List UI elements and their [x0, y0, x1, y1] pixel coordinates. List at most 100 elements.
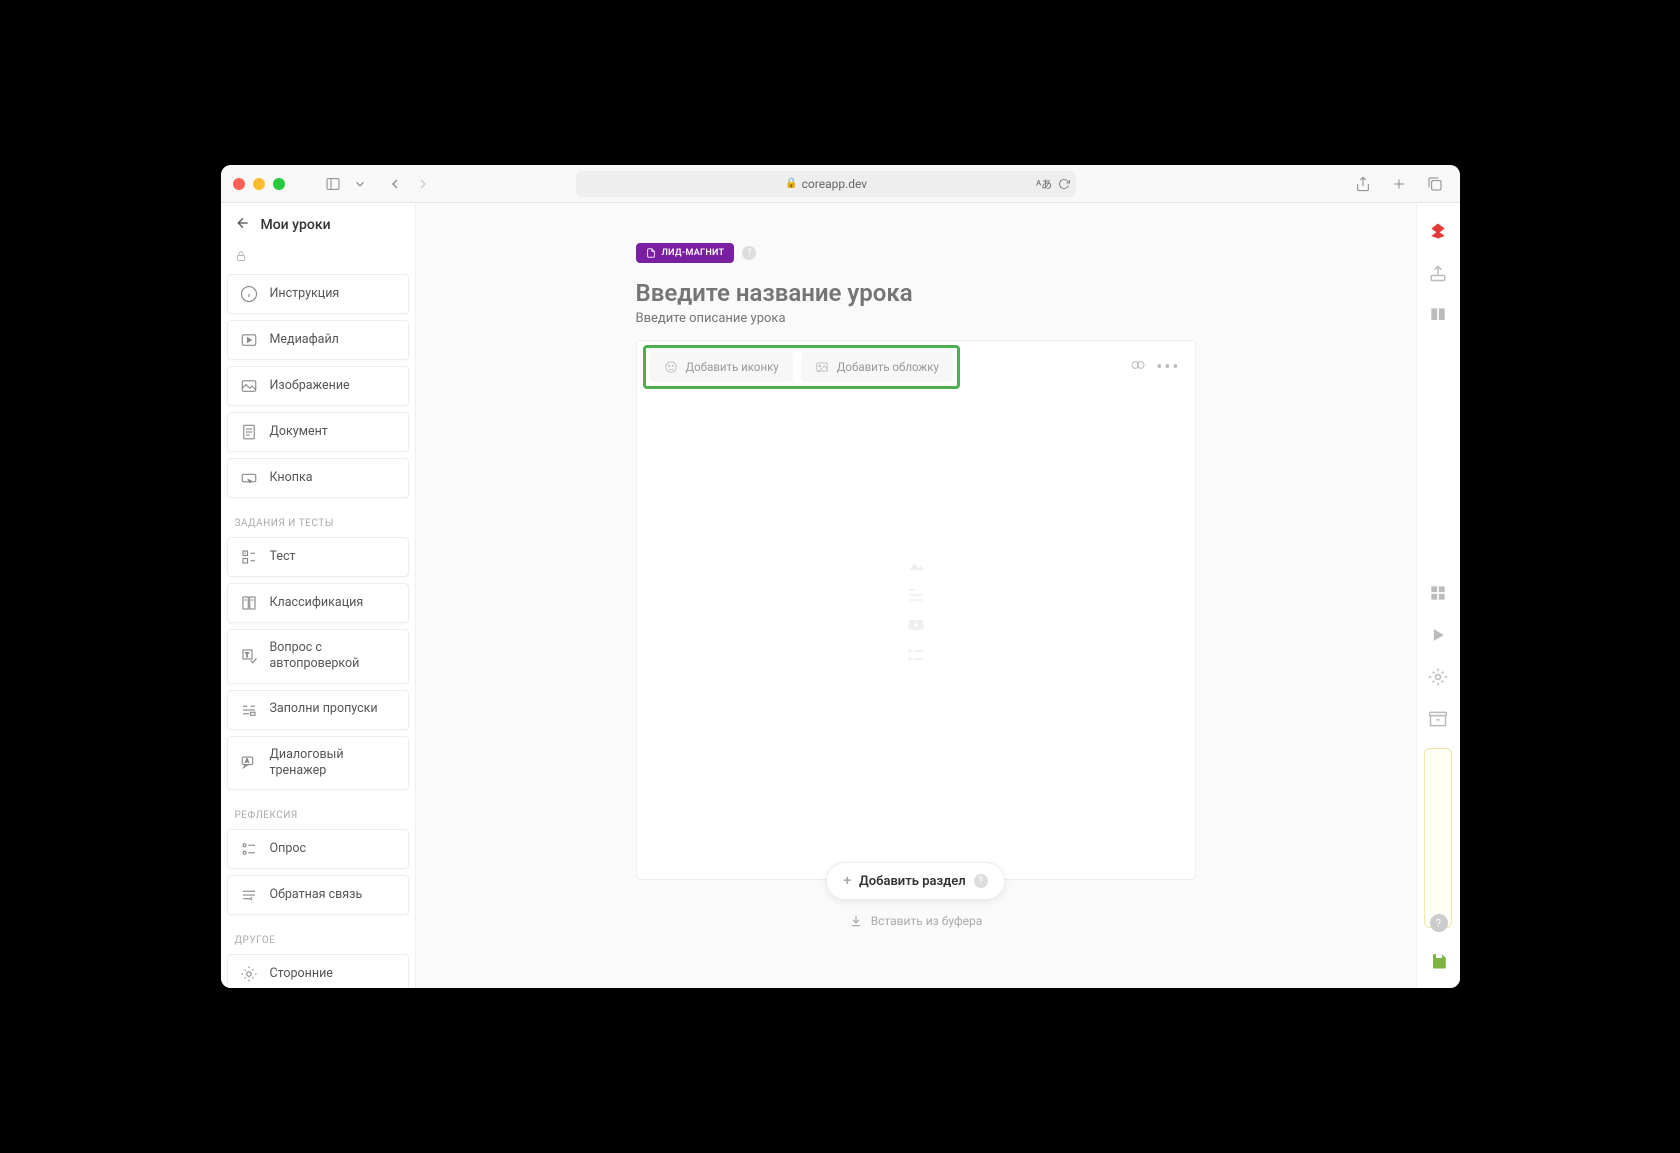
browser-window: 🔒 coreapp.dev ᴬあ — [221, 165, 1460, 988]
main-content: ЛИД-МАГНИТ ? Добавить иконку Добавить об… — [416, 203, 1416, 988]
new-tab-icon[interactable] — [1387, 172, 1411, 196]
sidebar-toggle-icon[interactable] — [321, 172, 345, 196]
close-window-button[interactable] — [233, 178, 245, 190]
section-label-other: ДРУГОЕ — [227, 921, 409, 954]
download-icon — [849, 914, 863, 928]
document-icon — [646, 248, 656, 258]
canvas-card: Добавить иконку Добавить обложку ••• — [636, 340, 1196, 880]
paste-label: Вставить из буфера — [871, 914, 983, 928]
sidebar-item-label: Инструкция — [270, 286, 340, 302]
sidebar-item-label: Диалоговый тренажер — [270, 747, 396, 780]
sidebar-item-instruction[interactable]: Инструкция — [227, 274, 409, 314]
classification-icon — [240, 594, 258, 612]
logo-icon[interactable] — [1428, 221, 1448, 241]
add-icon-button[interactable]: Добавить иконку — [650, 352, 793, 382]
sidebar-item-classification[interactable]: Классификация — [227, 583, 409, 623]
traffic-lights — [233, 178, 285, 190]
sidebar-item-external[interactable]: Сторонние — [227, 954, 409, 988]
sidebar-item-autocheck[interactable]: T Вопрос с автопроверкой — [227, 629, 409, 684]
add-section-button[interactable]: + Добавить раздел ? — [826, 862, 1004, 900]
sidebar-item-label: Кнопка — [270, 470, 313, 486]
document-icon — [240, 423, 258, 441]
autocheck-icon: T — [240, 647, 258, 665]
lock-icon — [235, 250, 247, 262]
sidebar-item-survey[interactable]: Опрос — [227, 829, 409, 869]
image-icon — [240, 377, 258, 395]
sidebar-item-label: Заполни пропуски — [270, 701, 378, 717]
help-icon[interactable]: ? — [742, 246, 756, 260]
archive-icon[interactable] — [1428, 709, 1448, 729]
minimize-window-button[interactable] — [253, 178, 265, 190]
shuffle-icon[interactable] — [1130, 357, 1146, 373]
maximize-window-button[interactable] — [273, 178, 285, 190]
sidebar-item-label: Классификация — [270, 595, 364, 611]
address-bar[interactable]: 🔒 coreapp.dev ᴬあ — [576, 171, 1076, 197]
test-icon — [240, 548, 258, 566]
ph-text-icon — [901, 585, 931, 605]
play-box-icon — [240, 331, 258, 349]
lesson-desc-input[interactable] — [636, 311, 1196, 326]
grid-icon[interactable] — [1428, 583, 1448, 603]
gear-icon[interactable] — [1428, 667, 1448, 687]
book-icon[interactable] — [1428, 305, 1448, 325]
nav-forward-button[interactable] — [411, 172, 435, 196]
button-icon — [240, 469, 258, 487]
section-label-tests: ЗАДАНИЯ И ТЕСТЫ — [227, 504, 409, 537]
section-label-reflection: РЕФЛЕКСИЯ — [227, 796, 409, 829]
more-icon[interactable]: ••• — [1156, 357, 1180, 378]
sidebar-item-button[interactable]: Кнопка — [227, 458, 409, 498]
sidebar-item-label: Сторонние — [270, 966, 333, 982]
survey-icon — [240, 840, 258, 858]
nav-back-button[interactable] — [383, 172, 407, 196]
sidebar-item-label: Документ — [270, 424, 328, 440]
tag-label: ЛИД-МАГНИТ — [662, 248, 725, 258]
browser-chrome: 🔒 coreapp.dev ᴬあ — [221, 165, 1460, 203]
upload-icon[interactable] — [1428, 263, 1448, 283]
sidebar-item-label: Обратная связь — [270, 887, 363, 903]
plus-icon: + — [843, 873, 851, 889]
url-text: coreapp.dev — [802, 177, 867, 191]
sidebar-item-image[interactable]: Изображение — [227, 366, 409, 406]
add-cover-label: Добавить обложку — [837, 360, 939, 374]
help-icon: ? — [974, 874, 988, 888]
ph-list-icon — [901, 645, 931, 665]
tag-row: ЛИД-МАГНИТ ? — [636, 243, 1196, 263]
sidebar-item-blanks[interactable]: Заполни пропуски — [227, 690, 409, 730]
paste-button[interactable]: Вставить из буфера — [849, 914, 983, 928]
help-button[interactable]: ? — [1430, 914, 1448, 932]
lock-row[interactable] — [221, 247, 415, 274]
back-label: Мои уроки — [261, 217, 331, 233]
add-icon-label: Добавить иконку — [686, 360, 779, 374]
save-icon[interactable] — [1430, 952, 1448, 974]
add-section-label: Добавить раздел — [859, 874, 966, 889]
sidebar-item-media[interactable]: Медиафайл — [227, 320, 409, 360]
translate-icon[interactable]: ᴬあ — [1036, 176, 1052, 192]
blanks-icon — [240, 701, 258, 719]
tabs-icon[interactable] — [1423, 172, 1447, 196]
info-icon — [240, 285, 258, 303]
reload-icon[interactable] — [1058, 178, 1070, 190]
lesson-title-input[interactable] — [636, 279, 1196, 307]
sidebar-item-feedback[interactable]: Обратная связь — [227, 875, 409, 915]
image-icon — [815, 360, 829, 374]
right-sidebar: ? — [1416, 203, 1460, 988]
svg-text:T: T — [245, 652, 249, 659]
smiley-icon — [664, 360, 678, 374]
lead-magnet-tag[interactable]: ЛИД-МАГНИТ — [636, 243, 735, 263]
add-cover-button[interactable]: Добавить обложку — [801, 352, 953, 382]
sticky-panel[interactable] — [1424, 748, 1452, 928]
dialog-icon: A — [240, 754, 258, 772]
sidebar-item-document[interactable]: Документ — [227, 412, 409, 452]
back-arrow-icon[interactable] — [235, 215, 251, 235]
sidebar-item-label: Опрос — [270, 841, 307, 857]
play-icon[interactable] — [1428, 625, 1448, 645]
feedback-icon — [240, 886, 258, 904]
back-header[interactable]: Мои уроки — [221, 203, 415, 247]
share-icon[interactable] — [1351, 172, 1375, 196]
chevron-down-icon[interactable] — [353, 172, 367, 196]
sidebar-item-test[interactable]: Тест — [227, 537, 409, 577]
highlight-box: Добавить иконку Добавить обложку — [643, 345, 960, 389]
sidebar-item-dialog[interactable]: A Диалоговый тренажер — [227, 736, 409, 791]
svg-text:A: A — [245, 758, 249, 764]
card-actions: ••• — [1130, 357, 1180, 378]
